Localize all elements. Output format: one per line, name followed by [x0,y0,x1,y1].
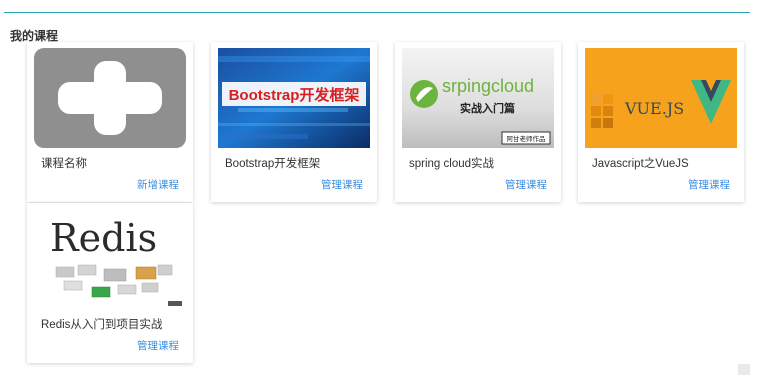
vuejs-cover-text: VUE.JS [624,99,684,118]
course-title: Bootstrap开发框架 [225,158,321,170]
course-card-vuejs[interactable]: VUE.JS Javascript之VueJS 管理课程 [578,42,744,202]
course-title: Redis从入门到项目实战 [41,319,163,331]
bootstrap-cover-text: Bootstrap开发框架 [229,86,360,104]
add-course-link[interactable]: 新增课程 [137,177,179,192]
springcloud-cover-text: srpingcloud [442,76,534,96]
redis-cover-text: Redis [50,216,157,260]
bootstrap-cover-image[interactable]: Bootstrap开发框架 [218,48,370,148]
vuejs-cover-image[interactable]: VUE.JS [585,48,737,148]
course-card-new[interactable]: 课程名称 新增课程 [27,42,193,202]
resize-handle[interactable] [738,364,750,375]
add-course-image[interactable] [34,48,186,148]
course-title: Javascript之VueJS [592,158,689,170]
manage-course-link[interactable]: 管理课程 [688,177,730,192]
course-card-redis[interactable]: Redis Redis从入门到项目实战 管理课程 [27,203,193,363]
springcloud-cover-subtext: 实战入门篇 [460,101,515,115]
course-title: 课程名称 [41,158,87,170]
course-title: spring cloud实战 [409,158,495,170]
course-card-springcloud[interactable]: srpingcloud 实战入门篇 阿甘老师作品 spring cloud实战 … [395,42,561,202]
manage-course-link[interactable]: 管理课程 [505,177,547,192]
manage-course-link[interactable]: 管理课程 [137,338,179,353]
springcloud-cover-tag: 阿甘老师作品 [507,134,546,143]
header-divider [4,12,750,13]
manage-course-link[interactable]: 管理课程 [321,177,363,192]
redis-cover-image[interactable]: Redis [34,209,186,309]
springcloud-cover-image[interactable]: srpingcloud 实战入门篇 阿甘老师作品 [402,48,554,148]
course-card-bootstrap[interactable]: Bootstrap开发框架 Bootstrap开发框架 管理课程 [211,42,377,202]
